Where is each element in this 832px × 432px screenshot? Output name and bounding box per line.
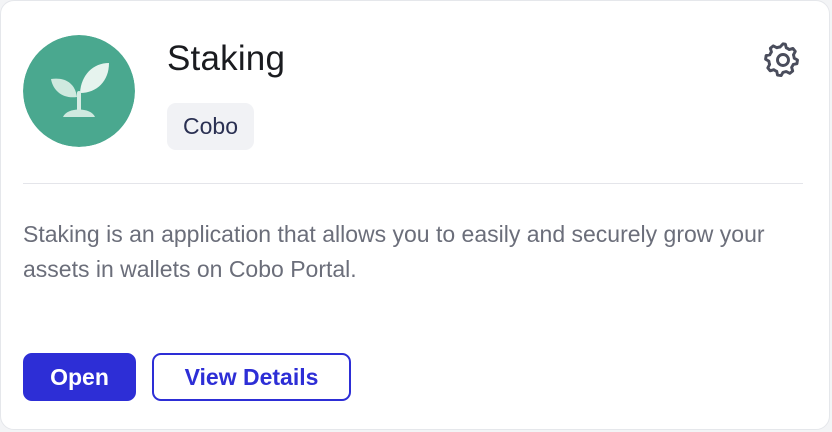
- divider: [23, 183, 803, 184]
- app-card: Staking Cobo Staking is an application t…: [0, 0, 830, 430]
- gear-icon: [764, 42, 799, 78]
- provider-tag: Cobo: [167, 103, 254, 150]
- sprout-icon: [23, 35, 135, 147]
- settings-button[interactable]: [761, 38, 805, 82]
- view-details-button[interactable]: View Details: [152, 353, 351, 401]
- open-button[interactable]: Open: [23, 353, 136, 401]
- app-logo: [23, 35, 135, 147]
- app-title: Staking: [167, 39, 286, 78]
- app-description: Staking is an application that allows yo…: [23, 221, 765, 282]
